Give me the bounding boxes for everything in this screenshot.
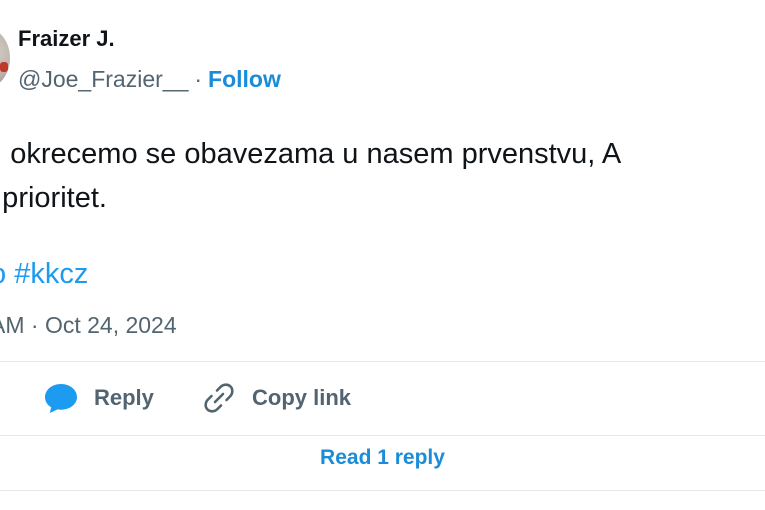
tweet-text-line: e prioritet.: [0, 182, 107, 214]
hashtag-link-kkcz[interactable]: #kkcz: [14, 258, 88, 290]
copy-link-label: Copy link: [252, 385, 352, 410]
author-name[interactable]: Fraizer J.: [18, 26, 115, 52]
reply-button[interactable]: Reply: [42, 375, 154, 421]
action-bar: Reply Copy link: [0, 375, 765, 421]
divider: [0, 435, 765, 436]
avatar[interactable]: [0, 28, 10, 88]
tweet-timestamp[interactable]: AM · Oct 24, 2024: [0, 312, 177, 339]
hashtag-link[interactable]: o: [0, 258, 6, 290]
speech-bubble-icon: [42, 379, 80, 417]
handle-separator: ·: [194, 66, 203, 92]
avatar-detail: [0, 62, 8, 72]
copy-link-button[interactable]: Copy link: [200, 375, 351, 421]
follow-button[interactable]: Follow: [208, 66, 281, 92]
hashtag-row: o #kkcz: [0, 256, 88, 292]
divider: [0, 490, 765, 491]
reply-label: Reply: [94, 385, 154, 410]
read-reply-button[interactable]: Read 1 reply: [0, 446, 765, 470]
like-icon[interactable]: [0, 385, 4, 409]
divider: [0, 361, 765, 362]
tweet-text: o: okrecemo se obavezama u nasem prvenst…: [0, 132, 765, 220]
link-icon: [200, 379, 238, 417]
tweet-text-line: o: okrecemo se obavezama u nasem prvenst…: [0, 138, 622, 170]
tweet-card: Fraizer J. @Joe_Frazier__ · Follow o: okre…: [0, 0, 765, 510]
author-handle-row: @Joe_Frazier__ · Follow: [18, 66, 281, 93]
author-handle[interactable]: @Joe_Frazier__: [18, 66, 188, 92]
